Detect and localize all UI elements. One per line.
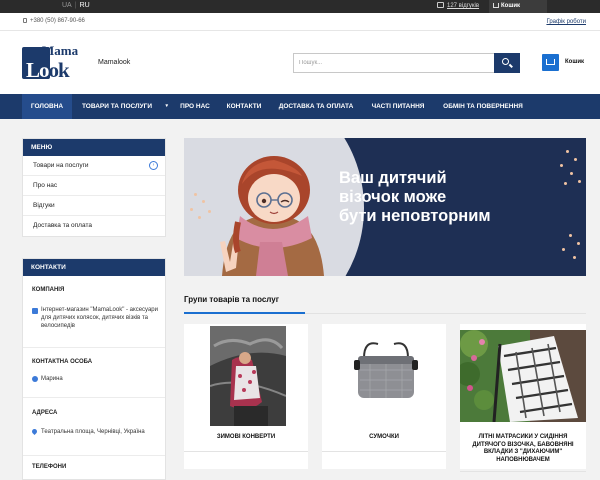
- search-box: [293, 53, 520, 73]
- top-cart-button[interactable]: Кошик: [489, 0, 547, 13]
- lang-ru-link[interactable]: RU: [80, 2, 90, 9]
- top-bar: UA | RU 127 відгуків Кошик: [0, 0, 600, 13]
- sidebar-item-about[interactable]: Про нас: [23, 176, 165, 196]
- nav-contacts[interactable]: КОНТАКТИ: [218, 94, 270, 119]
- nav-faq[interactable]: ЧАСТІ ПИТАННЯ: [362, 94, 434, 119]
- contact-person-value: Марина: [41, 376, 63, 382]
- schedule-link[interactable]: Графік роботи: [546, 19, 586, 25]
- map-pin-icon: [30, 427, 39, 436]
- sidebar-menu: МЕНЮ Товари на послуги › Про нас Відгуки…: [22, 138, 166, 237]
- cart-label: Кошик: [565, 59, 585, 65]
- product-card-mattress[interactable]: ЛІТНІ МАТРАСИКИ У СИДІННЯ ДИТЯЧОГО ВІЗОЧ…: [460, 324, 586, 472]
- contact-person-title: КОНТАКТНА ОСОБА: [32, 359, 93, 365]
- reviews-link[interactable]: 127 відгуків: [437, 2, 479, 9]
- contact-address: АДРЕСА Театральна площа, Чернівці, Украї…: [23, 398, 165, 456]
- product-title[interactable]: ЗИМОВІ КОНВЕРТИ: [190, 434, 302, 442]
- chevron-right-icon[interactable]: ›: [149, 161, 158, 170]
- lang-separator: |: [74, 2, 77, 9]
- product-image[interactable]: [348, 326, 424, 426]
- logo-text-bottom: Look: [26, 58, 70, 82]
- person-icon: [32, 376, 38, 382]
- contact-phones-title: ТЕЛЕФОНИ: [32, 464, 67, 470]
- nav-home[interactable]: ГОЛОВНА: [22, 94, 72, 119]
- promo-banner[interactable]: Ваш дитячий візочок може бути неповторни…: [184, 138, 586, 276]
- contact-company: КОМПАНІЯ Інтернет-магазин "MamaLook" - а…: [23, 276, 165, 348]
- product-image[interactable]: [460, 330, 586, 422]
- sidebar-item-products[interactable]: Товари на послуги ›: [23, 156, 165, 176]
- cart-button[interactable]: Кошик: [542, 53, 592, 73]
- search-input[interactable]: [294, 54, 489, 72]
- nav-about[interactable]: ПРО НАС: [172, 94, 218, 119]
- sidebar-contacts-title: КОНТАКТИ: [23, 259, 165, 276]
- sidebar-item-reviews[interactable]: Відгуки: [23, 196, 165, 216]
- sidebar-menu-title: МЕНЮ: [23, 139, 165, 156]
- contact-address-title: АДРЕСА: [32, 410, 58, 416]
- contact-person: КОНТАКТНА ОСОБА Марина: [23, 348, 165, 398]
- main-nav: ГОЛОВНА ТОВАРИ ТА ПОСЛУГИ ▾ ПРО НАС КОНТ…: [0, 94, 600, 119]
- phone-icon: [23, 18, 27, 23]
- card-divider: [460, 471, 586, 472]
- lang-ua-link[interactable]: UA: [62, 2, 72, 9]
- nav-products[interactable]: ТОВАРИ ТА ПОСЛУГИ ▾: [72, 94, 172, 119]
- nav-products-label: ТОВАРИ ТА ПОСЛУГИ: [81, 103, 153, 110]
- building-icon: [32, 308, 38, 314]
- banner-headline: Ваш дитячий візочок може бути неповторни…: [339, 169, 491, 225]
- cart-icon: [493, 3, 499, 8]
- language-switcher: UA | RU: [62, 2, 90, 9]
- speech-bubble-icon: [437, 2, 444, 8]
- site-header: Mama Look Mamalook Кошик: [0, 31, 600, 94]
- contact-bar: +380 (50) 867-90-66 Графік роботи: [0, 13, 600, 31]
- product-card-bags[interactable]: СУМОЧКИ: [322, 324, 446, 469]
- contact-company-value: Інтернет-магазин "MamaLook" - аксесуари …: [41, 307, 158, 329]
- cart-icon: [542, 54, 559, 71]
- groups-title: Групи товарів та послуг: [184, 295, 280, 304]
- card-divider: [322, 451, 446, 452]
- product-card-winter[interactable]: ЗИМОВІ КОНВЕРТИ: [184, 324, 308, 469]
- search-icon: [502, 58, 509, 65]
- contact-phones: ТЕЛЕФОНИ: [23, 456, 165, 480]
- contact-company-title: КОМПАНІЯ: [32, 287, 65, 293]
- groups-divider: [184, 312, 586, 314]
- search-button[interactable]: [494, 53, 520, 73]
- nav-delivery[interactable]: ДОСТАВКА ТА ОПЛАТА: [270, 94, 362, 119]
- contact-address-value[interactable]: Театральна площа, Чернівці, Україна: [41, 428, 159, 436]
- card-divider: [184, 451, 308, 452]
- site-logo[interactable]: Mama Look: [22, 41, 86, 83]
- product-title[interactable]: СУМОЧКИ: [328, 434, 440, 442]
- sidebar-item-delivery[interactable]: Доставка та оплата: [23, 216, 165, 236]
- chevron-down-icon: ▾: [165, 103, 168, 109]
- banner-illustration: [220, 156, 324, 276]
- shop-name: Mamalook: [98, 59, 131, 66]
- product-image[interactable]: [210, 326, 286, 426]
- nav-returns[interactable]: ОБМІН ТА ПОВЕРНЕННЯ: [434, 94, 532, 119]
- top-cart-label: Кошик: [501, 3, 521, 9]
- phone-number[interactable]: +380 (50) 867-90-66: [23, 18, 85, 24]
- reviews-count: 127 відгуків: [447, 3, 480, 9]
- phone-text: +380 (50) 867-90-66: [30, 18, 85, 24]
- logo-text-top: Mama: [42, 43, 79, 58]
- product-title[interactable]: ЛІТНІ МАТРАСИКИ У СИДІННЯ ДИТЯЧОГО ВІЗОЧ…: [464, 434, 582, 464]
- sidebar-contacts: КОНТАКТИ КОМПАНІЯ Інтернет-магазин "Mama…: [22, 258, 166, 480]
